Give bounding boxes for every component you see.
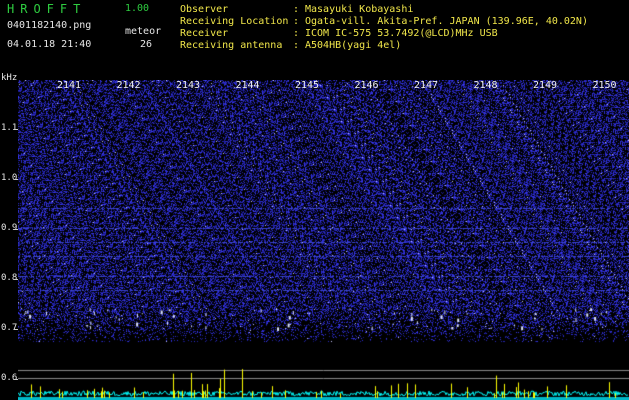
y-axis-unit: kHz <box>1 73 18 83</box>
receiver-value: ICOM IC-575 53.7492(@LCD)MHz USB <box>305 28 498 39</box>
info-separator: : <box>293 4 300 15</box>
location-label: Receiving Location <box>180 16 289 27</box>
y-tick-mark <box>14 229 18 230</box>
y-tick-mark <box>14 129 18 130</box>
x-tick-label: 2146 <box>354 80 379 91</box>
app-title: HROFFT <box>7 2 87 16</box>
x-tick-label: 2149 <box>533 80 558 91</box>
receiver-label: Receiver <box>180 28 229 39</box>
meteor-label: meteor <box>125 26 162 37</box>
location-value: Ogata-vill. Akita-Pref. JAPAN (139.96E, … <box>305 16 588 27</box>
x-tick-label: 2150 <box>592 80 617 91</box>
antenna-value: A504HB(yagi 4el) <box>305 40 402 51</box>
x-tick-label: 2148 <box>473 80 498 91</box>
y-tick-mark <box>14 379 18 380</box>
x-tick-label: 2142 <box>116 80 141 91</box>
observer-label: Observer <box>180 4 229 15</box>
x-tick-label: 2143 <box>176 80 201 91</box>
y-tick-mark <box>14 279 18 280</box>
timestamp: 04.01.18 21:40 <box>7 39 92 50</box>
y-tick-mark <box>14 179 18 180</box>
x-tick-label: 2144 <box>235 80 260 91</box>
observer-value: Masayuki Kobayashi <box>305 4 414 15</box>
spectrogram <box>18 80 629 400</box>
spectrogram-canvas <box>18 80 629 400</box>
antenna-label: Receiving antenna <box>180 40 283 51</box>
app-version: 1.00 <box>125 3 150 14</box>
x-tick-label: 2147 <box>414 80 439 91</box>
x-tick-label: 2141 <box>57 80 82 91</box>
header-panel: HROFFT 1.00 0401182140.png meteor 04.01.… <box>0 0 629 80</box>
info-separator: : <box>293 28 300 39</box>
meteor-count: 26 <box>140 39 153 50</box>
info-separator: : <box>293 40 300 51</box>
x-tick-label: 2145 <box>295 80 320 91</box>
info-separator: : <box>293 16 300 27</box>
file-name: 0401182140.png <box>7 20 92 31</box>
y-tick-mark <box>14 329 18 330</box>
